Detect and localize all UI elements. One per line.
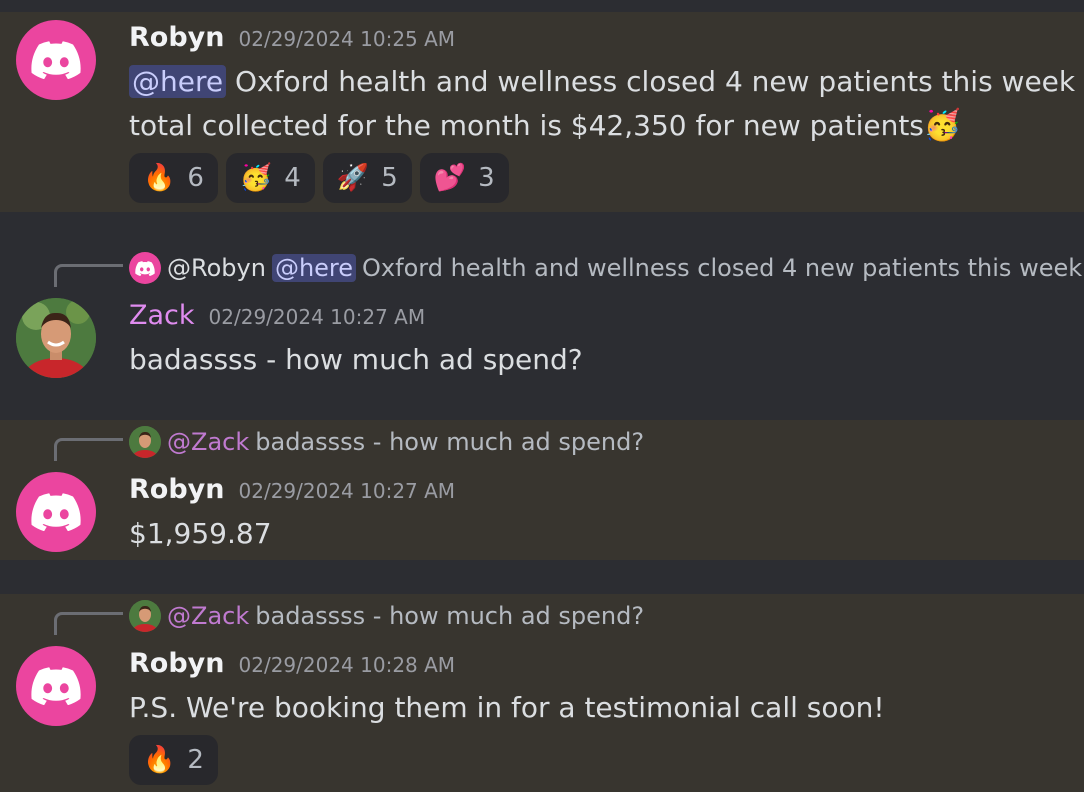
- message-header: Robyn 02/29/2024 10:27 AM: [129, 474, 455, 505]
- party-face-emoji: 🥳: [239, 163, 273, 193]
- message-text: badassss - how much ad spend?: [129, 343, 583, 376]
- reply-preview[interactable]: @Zack badassss - how much ad spend?: [129, 426, 644, 458]
- reply-author[interactable]: @Zack: [167, 602, 249, 630]
- fire-emoji: 🔥: [143, 163, 176, 193]
- reply-connector: [54, 264, 123, 287]
- person-photo-icon: [129, 600, 161, 632]
- message-text: P.S. We're booking them in for a testimo…: [129, 691, 885, 724]
- reaction-count: 2: [187, 745, 204, 775]
- timestamp: 02/29/2024 10:27 AM: [208, 305, 426, 329]
- person-photo-icon: [16, 298, 96, 378]
- reaction-fire[interactable]: 🔥 6: [129, 153, 218, 203]
- message-line-2: total collected for the month is $42,350…: [129, 109, 924, 142]
- discord-logo-icon: [135, 260, 155, 276]
- reply-text: badassss - how much ad spend?: [255, 428, 645, 456]
- timestamp: 02/29/2024 10:25 AM: [238, 27, 456, 51]
- here-mention[interactable]: @here: [129, 65, 227, 98]
- timestamp: 02/29/2024 10:27 AM: [238, 479, 456, 503]
- robyn-avatar[interactable]: [16, 20, 96, 100]
- person-photo-icon: [129, 426, 161, 458]
- message-text: @here Oxford health and wellness closed …: [129, 60, 1084, 104]
- reply-author[interactable]: @Zack: [167, 428, 249, 456]
- reaction-count: 5: [381, 163, 398, 193]
- here-mention: @here: [271, 254, 357, 282]
- reaction-hearts[interactable]: 💕 3: [419, 153, 509, 203]
- reactions-bar: 🔥 2: [129, 735, 218, 785]
- reaction-party[interactable]: 🥳 4: [225, 153, 315, 203]
- reactions-bar: 🔥 6 🥳 4 🚀 5 💕 3: [129, 153, 509, 203]
- reply-preview[interactable]: @Zack badassss - how much ad spend?: [129, 600, 644, 632]
- message-line-1: Oxford health and wellness closed 4 new …: [235, 65, 1084, 98]
- zack-mini-avatar: [129, 426, 161, 458]
- message-zack[interactable]: @Robyn @here Oxford health and wellness …: [0, 212, 1084, 420]
- reply-preview[interactable]: @Robyn @here Oxford health and wellness …: [129, 252, 1084, 284]
- message-header: Zack 02/29/2024 10:27 AM: [129, 300, 425, 331]
- robyn-avatar[interactable]: [16, 472, 96, 552]
- reply-connector: [54, 438, 123, 461]
- discord-logo-icon: [31, 667, 81, 705]
- zack-avatar[interactable]: [16, 298, 96, 378]
- reply-connector: [54, 612, 123, 635]
- author-name[interactable]: Zack: [129, 300, 195, 331]
- robyn-avatar[interactable]: [16, 646, 96, 726]
- reply-text: badassss - how much ad spend?: [255, 602, 645, 630]
- reply-author[interactable]: @Robyn: [167, 254, 266, 282]
- reaction-count: 6: [187, 163, 204, 193]
- message-header: Robyn 02/29/2024 10:25 AM: [129, 22, 455, 53]
- message-robyn-3[interactable]: @Zack badassss - how much ad spend? Roby…: [0, 594, 1084, 792]
- message-robyn-2[interactable]: @Zack badassss - how much ad spend? Roby…: [0, 420, 1084, 560]
- timestamp: 02/29/2024 10:28 AM: [238, 653, 456, 677]
- two-hearts-emoji: 💕: [433, 163, 467, 193]
- discord-logo-icon: [31, 41, 81, 79]
- message-header: Robyn 02/29/2024 10:28 AM: [129, 648, 455, 679]
- message-robyn-1[interactable]: Robyn 02/29/2024 10:25 AM @here Oxford h…: [0, 12, 1084, 212]
- party-face-emoji: 🥳: [923, 108, 962, 143]
- reaction-count: 4: [284, 163, 301, 193]
- author-name[interactable]: Robyn: [129, 648, 225, 679]
- author-name[interactable]: Robyn: [129, 474, 225, 505]
- message-text-line-2: total collected for the month is $42,350…: [129, 104, 961, 148]
- reaction-fire[interactable]: 🔥 2: [129, 735, 218, 785]
- robyn-mini-avatar: [129, 252, 161, 284]
- message-text: $1,959.87: [129, 517, 272, 550]
- discord-logo-icon: [31, 493, 81, 531]
- author-name[interactable]: Robyn: [129, 22, 225, 53]
- fire-emoji: 🔥: [143, 745, 176, 775]
- reaction-rocket[interactable]: 🚀 5: [322, 153, 412, 203]
- reaction-count: 3: [478, 163, 495, 193]
- reply-text: Oxford health and wellness closed 4 new …: [362, 254, 1084, 282]
- zack-mini-avatar: [129, 600, 161, 632]
- top-divider: [0, 0, 1084, 12]
- rocket-emoji: 🚀: [336, 163, 370, 193]
